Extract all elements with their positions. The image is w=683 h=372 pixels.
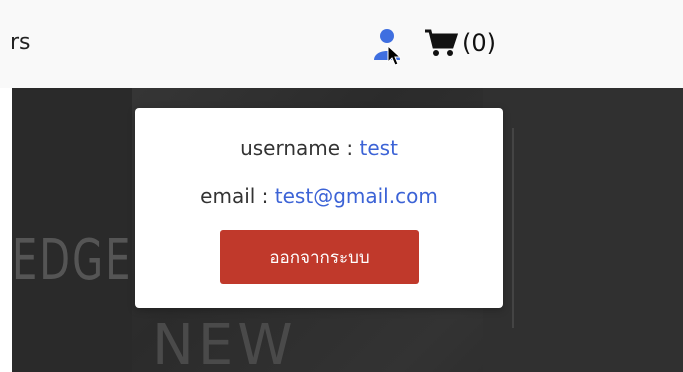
username-value: test: [359, 136, 398, 160]
hero-decor-text: EDGE: [12, 228, 133, 294]
cart-button[interactable]: (0): [424, 28, 496, 58]
username-row: username : test: [135, 136, 503, 160]
logout-button[interactable]: ออกจากระบบ: [220, 230, 419, 284]
username-label: username :: [240, 136, 360, 160]
cart-count: (0): [462, 29, 496, 57]
email-label: email :: [200, 184, 275, 208]
nav-link-partial[interactable]: rs: [10, 30, 31, 55]
email-row: email : test@gmail.com: [135, 184, 503, 208]
email-value: test@gmail.com: [274, 184, 438, 208]
user-account-icon[interactable]: [372, 26, 406, 66]
shopping-cart-icon: [424, 28, 459, 58]
hero-decor-stripes: [512, 128, 544, 328]
top-navbar: rs (0): [0, 0, 683, 88]
hero-decor-text: NEW: [152, 313, 297, 372]
user-info-popup: username : test email : test@gmail.com อ…: [135, 108, 503, 308]
